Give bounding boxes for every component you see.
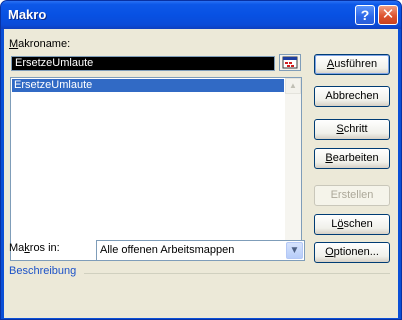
chevron-down-icon[interactable]: ▼: [286, 242, 303, 259]
macros-in-value: Alle offenen Arbeitsmappen: [100, 244, 235, 256]
cancel-button[interactable]: Abbrechen: [314, 86, 390, 107]
description-label: Beschreibung: [9, 265, 77, 277]
macro-name-input[interactable]: ErsetzeUmlaute: [11, 56, 275, 71]
create-button[interactable]: Erstellen: [314, 185, 390, 206]
scroll-up-icon[interactable]: ▲: [285, 78, 301, 94]
description-divider: [84, 273, 390, 274]
help-button[interactable]: ?: [355, 5, 375, 25]
delete-button[interactable]: Löschen: [314, 214, 390, 235]
step-button[interactable]: Schritt: [314, 119, 390, 140]
macro-name-label: Makroname:: [9, 38, 71, 50]
dialog-body: Makroname: ErsetzeUmlaute ErsetzeUmlaute…: [4, 29, 398, 318]
run-button[interactable]: Ausführen: [314, 54, 390, 75]
collapse-dialog-icon: [282, 56, 298, 69]
macros-in-select[interactable]: Alle offenen Arbeitsmappen ▼: [96, 240, 305, 261]
help-icon: ?: [360, 7, 370, 23]
macro-list-item[interactable]: ErsetzeUmlaute: [12, 79, 284, 92]
close-icon: ✕: [381, 6, 395, 23]
edit-button[interactable]: Bearbeiten: [314, 148, 390, 169]
macros-in-label: Makros in:: [9, 242, 60, 254]
list-scrollbar[interactable]: ▲ ▼: [285, 78, 301, 260]
options-button[interactable]: Optionen...: [314, 242, 390, 263]
macro-list[interactable]: ErsetzeUmlaute ▲ ▼: [10, 77, 302, 261]
dialog-title: Makro: [8, 7, 47, 22]
reference-picker-button[interactable]: [279, 54, 301, 71]
title-bar[interactable]: Makro ? ✕: [1, 1, 401, 29]
macro-dialog: Makro ? ✕ Makroname: ErsetzeUmlaute Erse…: [0, 0, 402, 320]
close-button[interactable]: ✕: [378, 5, 398, 25]
